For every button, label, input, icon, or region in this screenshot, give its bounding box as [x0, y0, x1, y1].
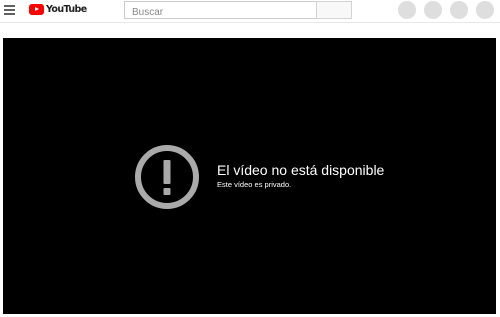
youtube-play-icon	[29, 4, 44, 15]
search-box	[124, 1, 316, 21]
unavailable-title: El vídeo no está disponible	[217, 162, 385, 178]
alert-circle-icon	[135, 145, 199, 209]
top-bar: YouTube	[0, 0, 500, 23]
header-action-button-2[interactable]	[424, 1, 442, 19]
search-input[interactable]	[125, 4, 312, 21]
header-action-button-3[interactable]	[450, 1, 468, 19]
youtube-logo[interactable]: YouTube	[29, 4, 87, 15]
unavailable-reason: Este vídeo es privado.	[217, 180, 292, 189]
video-player[interactable]: El vídeo no está disponible Este vídeo e…	[3, 38, 496, 314]
logo-text: YouTube	[46, 4, 87, 15]
search-button[interactable]	[316, 1, 352, 19]
header-action-button-1[interactable]	[398, 1, 416, 19]
hamburger-menu-icon[interactable]	[4, 5, 15, 15]
header-action-button-4[interactable]	[476, 1, 494, 19]
